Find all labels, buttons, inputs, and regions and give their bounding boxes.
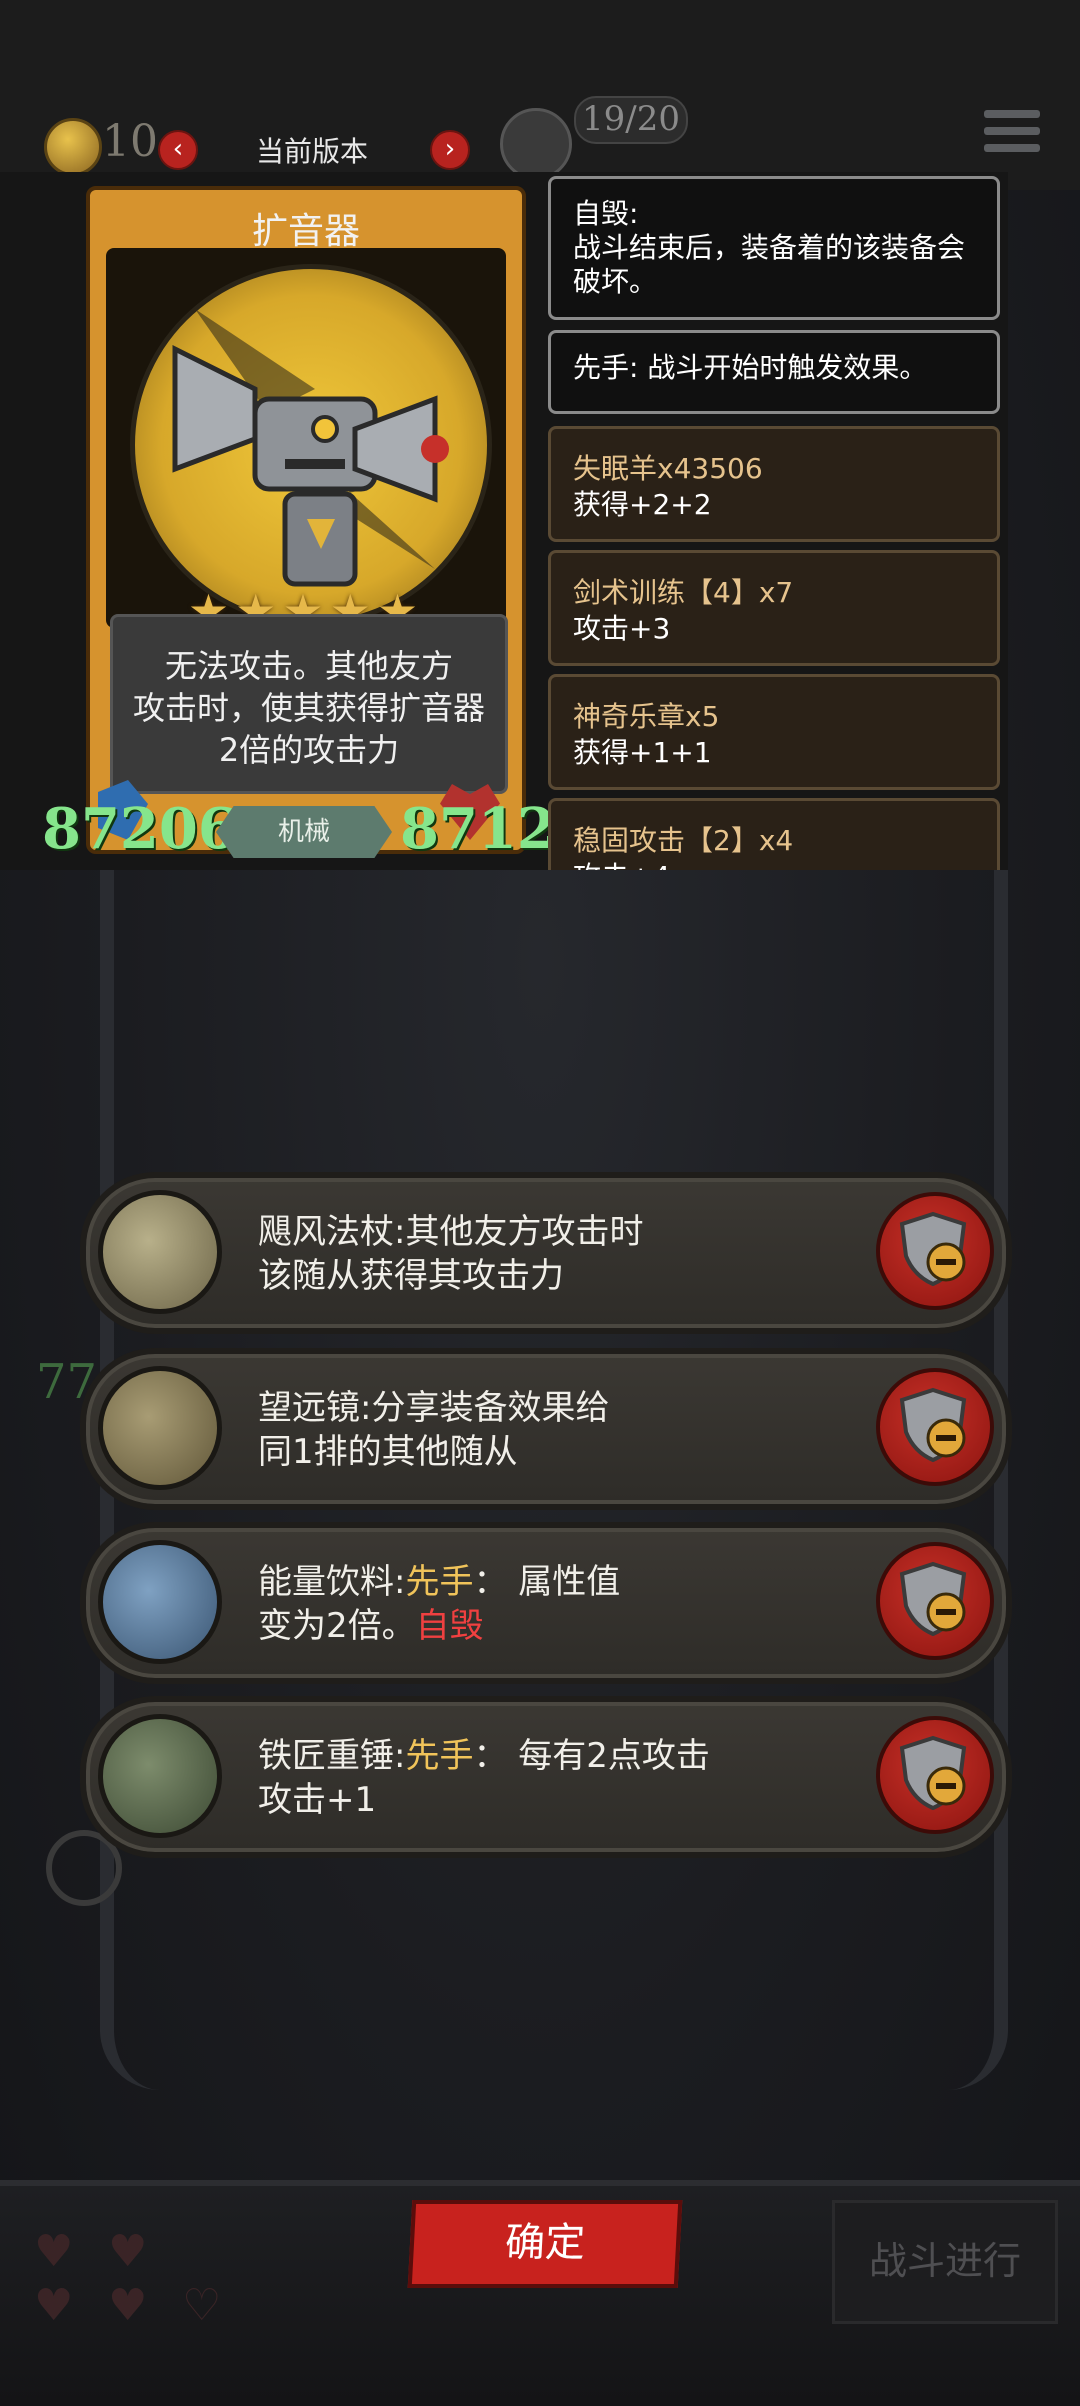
robot-portrait	[130, 264, 492, 626]
buff-name: 剑术训练【4】x7	[573, 576, 794, 609]
keyword-self-destruct: 自毁	[415, 1606, 484, 1646]
tribe-badge: 机械	[216, 806, 392, 858]
coin-icon	[44, 118, 102, 176]
buff-name: 稳固攻击【2】x4	[573, 824, 794, 857]
life-heart-icon: ♥	[34, 2226, 74, 2277]
unequip-button[interactable]	[876, 1542, 994, 1660]
unequip-button[interactable]	[876, 1368, 994, 1486]
buff-value: 获得+2+2	[573, 488, 712, 521]
megaphone-robot-icon	[172, 309, 449, 587]
keyword-first-strike: 先手	[405, 1562, 474, 1602]
coin-count: 10	[102, 116, 158, 167]
shield-minus-icon	[899, 1387, 967, 1463]
buff-name: 失眠羊x43506	[573, 452, 763, 485]
card-name: 扩音器	[251, 211, 360, 252]
attack-value: 87206	[42, 796, 237, 862]
confirm-button[interactable]: 确定	[407, 2200, 683, 2288]
buff-list[interactable]: 自毁: 战斗结束后，装备着的该装备会破坏。 先手: 战斗开始时触发效果。 失眠羊…	[548, 172, 1008, 870]
shield-minus-icon	[899, 1735, 967, 1811]
keyword-tooltip-self-destruct: 自毁: 战斗结束后，装备着的该装备会破坏。	[548, 176, 1000, 320]
equipment-description: 铁匠重锤:先手： 每有2点攻击 攻击+1	[258, 1736, 710, 1820]
buff-value: 攻击+3	[573, 612, 671, 645]
keyword-text: 自毁: 战斗结束后，装备着的该装备会破坏。	[573, 197, 966, 298]
shield-minus-icon	[899, 1561, 967, 1637]
equipment-row[interactable]: 铁匠重锤:先手： 每有2点攻击 攻击+1	[80, 1696, 1012, 1858]
equipment-description: 能量饮料:先手： 属性值 变为2倍。自毁	[258, 1562, 621, 1646]
previous-version-button[interactable]: ‹	[158, 130, 198, 170]
unequip-button[interactable]	[876, 1716, 994, 1834]
minion-card: 扩音器 ★★★★★ 无法攻击。其他友方 攻击时，使其获得扩音器 2倍的攻击力	[86, 186, 526, 854]
buff-value: 攻击+4	[573, 855, 670, 870]
unequip-button[interactable]	[876, 1192, 994, 1310]
menu-icon[interactable]	[984, 110, 1040, 160]
card-description: 无法攻击。其他友方 攻击时，使其获得扩音器 2倍的攻击力	[119, 645, 499, 771]
equipment-row[interactable]: 望远镜:分享装备效果给 同1排的其他随从	[80, 1348, 1012, 1510]
team-count-badge: 19/20	[574, 96, 688, 144]
buff-value: 获得+1+1	[573, 736, 712, 769]
buff-item: 失眠羊x43506 获得+2+2	[548, 426, 1000, 542]
equipment-name: 能量饮料	[258, 1562, 394, 1602]
card-description-line: 无法攻击。其他友方	[164, 647, 453, 685]
buff-item: 稳固攻击【2】x4 攻击+4	[548, 798, 1000, 870]
next-version-button[interactable]: ›	[430, 130, 470, 170]
life-heart-icon: ♥	[108, 2280, 148, 2331]
buff-item: 神奇乐章x5 获得+1+1	[548, 674, 1000, 790]
version-label: 当前版本	[256, 135, 369, 168]
equipment-name: 望远镜	[258, 1388, 360, 1428]
equipment-row[interactable]: 能量饮料:先手： 属性值 变为2倍。自毁	[80, 1522, 1012, 1684]
equipment-name: 铁匠重锤	[258, 1736, 394, 1776]
keyword-first-strike: 先手	[405, 1736, 474, 1776]
anvil-hammer-icon	[98, 1714, 222, 1838]
player-avatar[interactable]	[500, 108, 572, 180]
staff-icon	[98, 1190, 222, 1314]
equipment-row[interactable]: 飓风法杖:其他友方攻击时 该随从获得其攻击力	[80, 1172, 1012, 1334]
keyword-text: 先手: 战斗开始时触发效果。	[573, 351, 928, 384]
life-heart-icon: ♡	[182, 2280, 222, 2331]
equipment-description: 望远镜:分享装备效果给 同1排的其他随从	[258, 1388, 610, 1472]
shield-minus-icon	[899, 1211, 967, 1287]
life-heart-icon: ♥	[108, 2226, 148, 2277]
equipment-name: 飓风法杖	[258, 1212, 394, 1252]
buff-item: 剑术训练【4】x7 攻击+3	[548, 550, 1000, 666]
keyword-tooltip-first-strike: 先手: 战斗开始时触发效果。	[548, 330, 1000, 414]
energy-drink-icon	[98, 1540, 222, 1664]
card-description-box: 无法攻击。其他友方 攻击时，使其获得扩音器 2倍的攻击力	[110, 614, 508, 794]
buff-name: 神奇乐章x5	[573, 700, 720, 733]
telescope-icon	[98, 1366, 222, 1490]
start-battle-button[interactable]: 战斗进行	[832, 2200, 1058, 2324]
card-description-line: 2倍的攻击力	[218, 731, 400, 769]
life-heart-icon: ♥	[34, 2280, 74, 2331]
equipment-description: 飓风法杖:其他友方攻击时 该随从获得其攻击力	[258, 1212, 644, 1296]
card-description-line: 攻击时，使其获得扩音器	[132, 689, 485, 727]
